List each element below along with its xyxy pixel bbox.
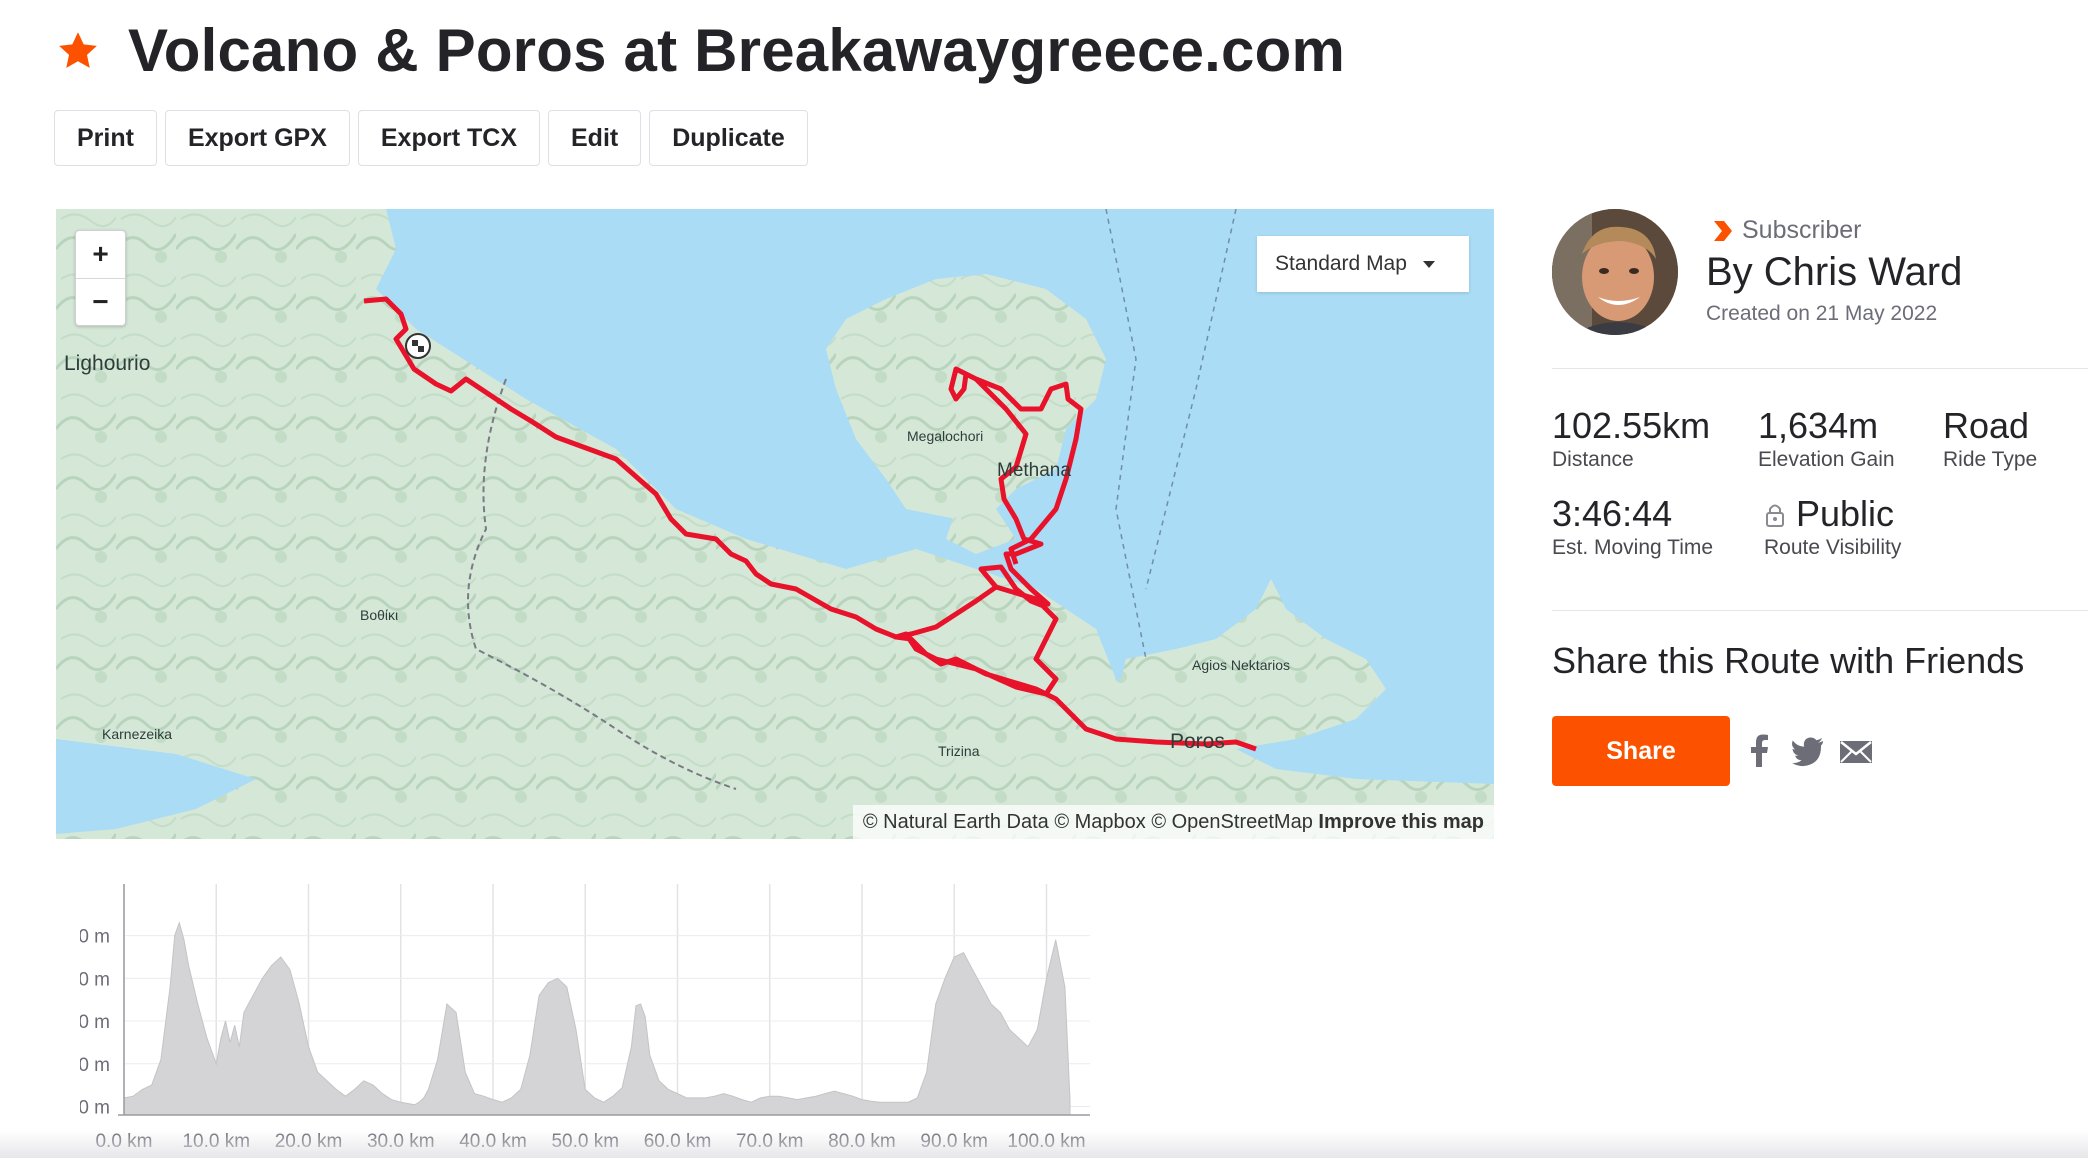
map-label-karnezeika: Karnezeika: [102, 726, 173, 742]
map-label-trizina: Trizina: [938, 743, 980, 759]
stat-elevation-gain: 1,634m Elevation Gain: [1758, 406, 1895, 472]
moving-time-label: Est. Moving Time: [1552, 536, 1714, 559]
stat-moving-time: 3:46:44 Est. Moving Time: [1552, 494, 1713, 560]
elevation-gain-label: Elevation Gain: [1758, 448, 1895, 471]
map-type-dropdown[interactable]: Standard Map: [1257, 236, 1469, 292]
moving-time-value: 3:46:44: [1552, 493, 1673, 534]
subscriber-chevron-icon: [1714, 220, 1732, 241]
stat-visibility: Public Route Visibility: [1764, 494, 1901, 560]
mainland-land: [56, 209, 1494, 839]
share-button[interactable]: Share: [1552, 716, 1730, 786]
route-map[interactable]: Lighourio Βοθίκι Karnezeika Megalochori …: [56, 209, 1494, 839]
stat-ride-type: Road Ride Type: [1943, 406, 2037, 472]
bottom-fade: [0, 1130, 2088, 1158]
created-date: Created on 21 May 2022: [1706, 302, 1938, 325]
map-label-megalochori: Megalochori: [907, 428, 984, 444]
page-title: Volcano & Poros at Breakawaygreece.com: [128, 17, 1346, 84]
subscriber-label: Subscriber: [1742, 216, 1862, 244]
road-line-3: [1145, 209, 1237, 590]
title-row: Volcano & Poros at Breakawaygreece.com: [56, 14, 1345, 88]
facebook-icon[interactable]: [1742, 733, 1778, 769]
elevation-chart[interactable]: 200 m150 m100 m50 m0 m 0.0 km10.0 km20.0…: [80, 880, 1440, 1158]
author-name[interactable]: By Chris Ward: [1706, 250, 1962, 295]
visibility-label: Route Visibility: [1764, 536, 1902, 559]
start-finish-marker: [405, 333, 431, 359]
avatar-image: [1552, 209, 1678, 335]
map-label-lighourio: Lighourio: [64, 352, 151, 375]
map-canvas[interactable]: [56, 209, 1494, 839]
print-button[interactable]: Print: [54, 110, 157, 166]
improve-map-link[interactable]: Improve this map: [1318, 811, 1484, 833]
ride-type-value: Road: [1943, 405, 2030, 446]
export-tcx-button[interactable]: Export TCX: [357, 110, 540, 166]
methana-isthmus: [946, 509, 1016, 554]
duplicate-button[interactable]: Duplicate: [649, 110, 808, 166]
star-icon[interactable]: [56, 29, 100, 73]
map-label-methana: Methana: [997, 460, 1071, 481]
ride-type-label: Ride Type: [1943, 448, 2038, 471]
export-gpx-button[interactable]: Export GPX: [164, 110, 350, 166]
road-line-2: [1105, 209, 1147, 660]
share-heading: Share this Route with Friends: [1552, 640, 2025, 681]
caret-down-icon: [1422, 260, 1435, 268]
map-label-agios-nektarios: Agios Nektarios: [1192, 657, 1291, 673]
lock-icon: [1766, 504, 1784, 527]
visibility-value: Public: [1796, 493, 1895, 534]
zoom-out-button[interactable]: −: [76, 279, 125, 326]
edit-button[interactable]: Edit: [548, 110, 642, 166]
avatar[interactable]: [1552, 209, 1678, 335]
map-type-label: Standard Map: [1275, 252, 1407, 275]
email-icon[interactable]: [1838, 733, 1874, 769]
map-attribution: © Natural Earth Data © Mapbox © OpenStre…: [852, 805, 1494, 839]
visibility-value-row: Public: [1764, 494, 1901, 534]
zoom-control: + −: [75, 230, 126, 326]
y-tick-label: 0 m: [80, 1097, 110, 1118]
zoom-in-button[interactable]: +: [76, 231, 125, 279]
twitter-icon[interactable]: [1790, 733, 1826, 769]
map-label-poros: Poros: [1170, 730, 1225, 753]
subscriber-badge: Subscriber: [1710, 216, 1862, 245]
divider: [1552, 610, 2088, 611]
elevation-area: [123, 921, 1071, 1116]
divider: [1552, 368, 2088, 369]
distance-label: Distance: [1552, 448, 1634, 471]
route-toolbar: Print Export GPX Export TCX Edit Duplica…: [54, 110, 808, 166]
map-label-vothiki: Βοθίκι: [360, 607, 399, 623]
attribution-text: © Natural Earth Data © Mapbox © OpenStre…: [862, 811, 1313, 833]
elevation-y-ticks: 200 m 150 m 100 m 50 m 0 m: [80, 927, 110, 1119]
y-tick-label: 150 m: [80, 969, 110, 990]
y-tick-label: 50 m: [80, 1055, 110, 1076]
distance-value: 102.55km: [1552, 405, 1711, 446]
y-tick-label: 200 m: [80, 927, 110, 948]
y-tick-label: 100 m: [80, 1012, 110, 1033]
stat-distance: 102.55km Distance: [1552, 406, 1710, 472]
elevation-gain-value: 1,634m: [1758, 405, 1879, 446]
